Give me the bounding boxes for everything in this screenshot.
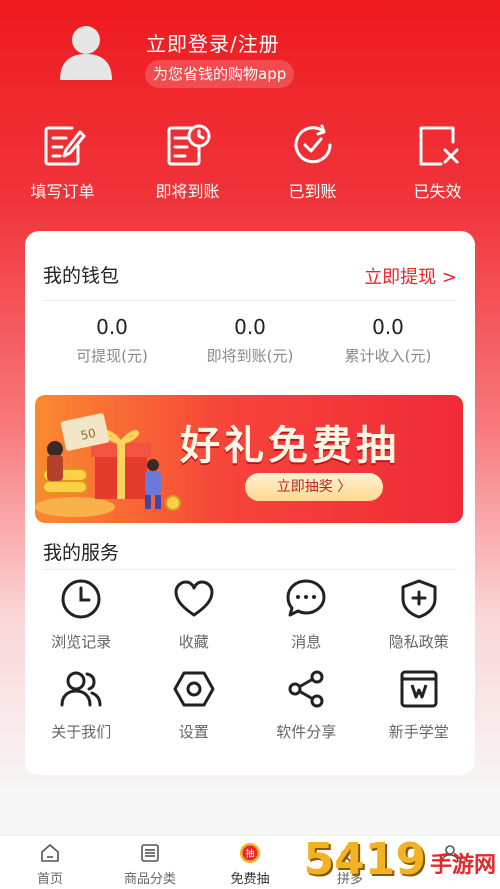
share-icon	[288, 670, 324, 708]
service-favorites[interactable]: 收藏	[138, 577, 251, 657]
tab-free-draw[interactable]: 抽 免费抽	[200, 836, 300, 889]
pending-icon	[167, 124, 210, 166]
service-label: 关于我们	[51, 723, 112, 741]
stat-value: 0.0	[372, 315, 404, 339]
lottery-banner[interactable]: 50 好礼免费抽 立即抽奖 〉	[35, 395, 463, 523]
service-label: 新手学堂	[388, 723, 449, 741]
arrived-icon	[294, 124, 331, 164]
watermark-number: 5419	[303, 834, 426, 885]
order-arrived[interactable]: 已到账	[250, 120, 375, 210]
order-label: 已到账	[288, 182, 337, 201]
service-settings[interactable]: 设置	[138, 667, 251, 747]
order-label: 已失效	[413, 182, 462, 201]
services-grid: 浏览记录 收藏 消息 隐私政策 关于我们 设置 软件分享 新手学堂	[25, 577, 475, 747]
tagline: 为您省钱的购物app	[145, 60, 295, 88]
tab-category[interactable]: 商品分类	[100, 836, 200, 889]
service-about[interactable]: 关于我们	[25, 667, 138, 747]
message-icon	[286, 579, 326, 617]
wallet-stats: 0.0 可提现(元) 0.0 即将到账(元) 0.0 累计收入(元)	[25, 315, 475, 366]
order-label: 即将到账	[155, 182, 220, 201]
divider	[43, 569, 457, 570]
banner-title: 好礼免费抽	[180, 423, 400, 469]
stat-label: 可提现(元)	[76, 347, 148, 365]
heart-icon	[174, 580, 214, 617]
shield-plus-icon	[401, 579, 437, 619]
service-label: 消息	[291, 633, 322, 651]
service-history[interactable]: 浏览记录	[25, 577, 138, 657]
withdraw-button[interactable]: 立即提现 >	[364, 263, 457, 289]
tab-label: 商品分类	[123, 872, 176, 887]
service-privacy[interactable]: 隐私政策	[363, 577, 476, 657]
service-share[interactable]: 软件分享	[250, 667, 363, 747]
stat-value: 0.0	[234, 315, 266, 339]
draw-now-button[interactable]: 立即抽奖 〉	[245, 473, 383, 501]
wallet-title: 我的钱包	[43, 265, 120, 287]
lottery-badge-text: 抽	[245, 848, 254, 860]
order-status-row: 填写订单 即将到账 已到账 已失效	[0, 120, 500, 210]
profile-header: 立即登录/注册 为您省钱的购物app	[0, 0, 500, 110]
clock-icon	[61, 579, 101, 619]
expired-icon	[419, 126, 458, 166]
stat-withdrawable[interactable]: 0.0 可提现(元)	[43, 315, 181, 366]
lottery-icon: 抽	[240, 843, 260, 863]
services-title: 我的服务	[43, 542, 120, 564]
gift-illustration: 50	[35, 413, 181, 517]
settings-icon	[173, 671, 215, 707]
edit-order-icon	[44, 126, 85, 166]
order-fill[interactable]: 填写订单	[0, 120, 125, 210]
category-icon	[141, 844, 159, 862]
stat-label: 累计收入(元)	[344, 347, 432, 365]
site-watermark-logo: 5419 手游网	[304, 834, 496, 885]
service-label: 软件分享	[276, 723, 337, 741]
tab-home[interactable]: 首页	[0, 836, 100, 889]
service-label: 隐私政策	[388, 633, 449, 651]
tab-label: 首页	[36, 872, 63, 887]
stat-total-income[interactable]: 0.0 累计收入(元)	[319, 315, 457, 366]
tab-label: 免费抽	[230, 872, 270, 887]
service-label: 浏览记录	[51, 633, 112, 651]
avatar-icon[interactable]	[58, 22, 114, 80]
stat-label: 即将到账(元)	[206, 347, 294, 365]
order-expired[interactable]: 已失效	[375, 120, 500, 210]
stat-value: 0.0	[96, 315, 128, 339]
users-icon	[60, 671, 102, 707]
login-register-link[interactable]: 立即登录/注册	[146, 28, 280, 57]
book-icon	[400, 670, 438, 708]
watermark-text: 手游网	[429, 853, 496, 878]
order-label: 填写订单	[30, 182, 95, 201]
service-messages[interactable]: 消息	[250, 577, 363, 657]
stat-pending[interactable]: 0.0 即将到账(元)	[181, 315, 319, 366]
divider	[43, 300, 457, 301]
service-label: 收藏	[178, 633, 209, 651]
order-pending[interactable]: 即将到账	[125, 120, 250, 210]
home-icon	[41, 844, 59, 862]
main-card: 我的钱包 立即提现 > 0.0 可提现(元) 0.0 即将到账(元) 0.0 累…	[25, 231, 475, 775]
service-academy[interactable]: 新手学堂	[363, 667, 476, 747]
service-label: 设置	[178, 723, 209, 741]
